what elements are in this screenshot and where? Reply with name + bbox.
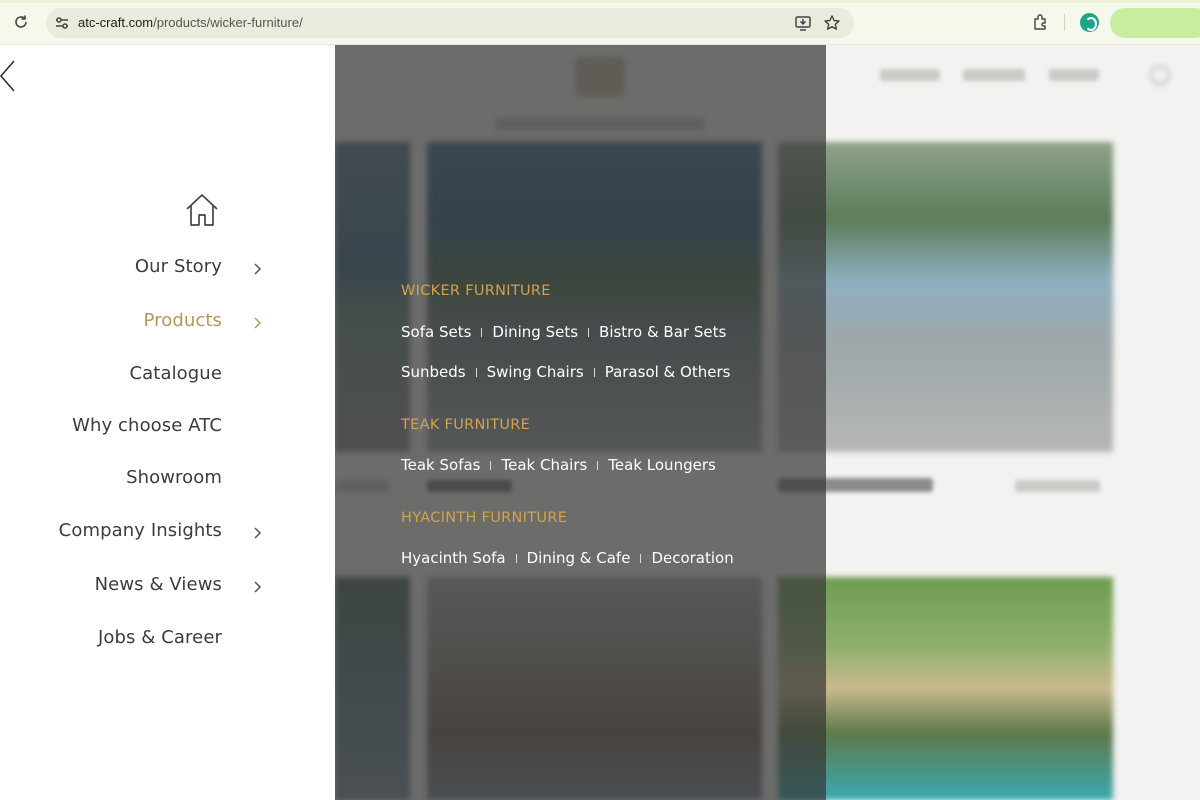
menu-item-our-story[interactable]: Our Story	[135, 256, 222, 277]
link-separator	[597, 460, 599, 470]
link-separator	[588, 327, 590, 337]
link-separator	[475, 367, 477, 377]
link-separator	[640, 553, 642, 563]
wicker-row-2: Sunbeds Swing Chairs Parasol & Others	[401, 363, 730, 381]
link-dining-sets[interactable]: Dining Sets	[492, 323, 578, 341]
link-separator	[490, 460, 492, 470]
install-icon[interactable]	[794, 14, 812, 32]
link-separator	[593, 367, 595, 377]
menu-item-news-views[interactable]: News & Views	[95, 574, 222, 595]
menu-item-showroom[interactable]: Showroom	[126, 467, 222, 488]
category-title-hyacinth[interactable]: HYACINTH FURNITURE	[401, 510, 567, 526]
products-dropdown: WICKER FURNITURE Sofa Sets Dining Sets B…	[335, 45, 826, 800]
link-bistro-bar-sets[interactable]: Bistro & Bar Sets	[599, 323, 726, 341]
menu-item-products[interactable]: Products	[143, 310, 222, 331]
link-hyacinth-sofa[interactable]: Hyacinth Sofa	[401, 549, 506, 567]
category-title-teak[interactable]: TEAK FURNITURE	[401, 417, 530, 433]
nav-blurred-3	[1049, 69, 1099, 81]
link-sunbeds[interactable]: Sunbeds	[401, 363, 466, 381]
caption-blurred-4	[1015, 480, 1100, 492]
link-decoration[interactable]: Decoration	[651, 549, 733, 567]
category-title-wicker[interactable]: WICKER FURNITURE	[401, 283, 551, 299]
link-dining-cafe[interactable]: Dining & Cafe	[527, 549, 631, 567]
address-bar[interactable]: atc-craft.com/products/wicker-furniture/	[46, 8, 854, 38]
chevron-right-icon[interactable]	[252, 315, 264, 329]
link-teak-chairs[interactable]: Teak Chairs	[501, 456, 587, 474]
home-icon[interactable]	[184, 193, 220, 227]
menu-item-company-insights[interactable]: Company Insights	[59, 520, 222, 541]
url-text[interactable]: atc-craft.com/products/wicker-furniture/	[78, 15, 303, 30]
product-image-parasol	[778, 577, 1113, 800]
site-info-icon[interactable]	[54, 15, 70, 31]
profile-button[interactable]	[1110, 8, 1200, 38]
link-swing-chairs[interactable]: Swing Chairs	[487, 363, 584, 381]
side-menu: Our Story Products Catalogue Why choose …	[0, 45, 335, 800]
link-separator	[515, 553, 517, 563]
nav-blurred-1	[880, 69, 940, 81]
link-separator	[481, 327, 483, 337]
star-icon[interactable]	[823, 14, 841, 32]
wicker-row-1: Sofa Sets Dining Sets Bistro & Bar Sets	[401, 323, 726, 341]
link-teak-loungers[interactable]: Teak Loungers	[608, 456, 716, 474]
tab-strip	[0, 0, 1200, 3]
link-parasol-others[interactable]: Parasol & Others	[605, 363, 731, 381]
menu-item-why-choose-atc[interactable]: Why choose ATC	[72, 415, 222, 436]
grammarly-icon[interactable]	[1080, 13, 1099, 32]
search-icon	[1150, 65, 1170, 85]
reload-icon[interactable]	[12, 13, 30, 31]
menu-item-catalogue[interactable]: Catalogue	[129, 363, 222, 384]
link-sofa-sets[interactable]: Sofa Sets	[401, 323, 471, 341]
nav-blurred-2	[963, 69, 1025, 81]
link-teak-sofas[interactable]: Teak Sofas	[401, 456, 480, 474]
chevron-right-icon[interactable]	[252, 261, 264, 275]
browser-toolbar: atc-craft.com/products/wicker-furniture/	[0, 0, 1200, 45]
menu-item-jobs-career[interactable]: Jobs & Career	[98, 627, 222, 648]
chevron-right-icon[interactable]	[252, 525, 264, 539]
back-arrow-icon[interactable]	[0, 59, 20, 93]
chevron-right-icon[interactable]	[252, 579, 264, 593]
extensions-icon[interactable]	[1031, 13, 1049, 31]
teak-row-1: Teak Sofas Teak Chairs Teak Loungers	[401, 456, 716, 474]
product-image-bistro	[778, 142, 1113, 452]
hyacinth-row-1: Hyacinth Sofa Dining & Cafe Decoration	[401, 549, 734, 567]
toolbar-divider	[1064, 14, 1065, 31]
